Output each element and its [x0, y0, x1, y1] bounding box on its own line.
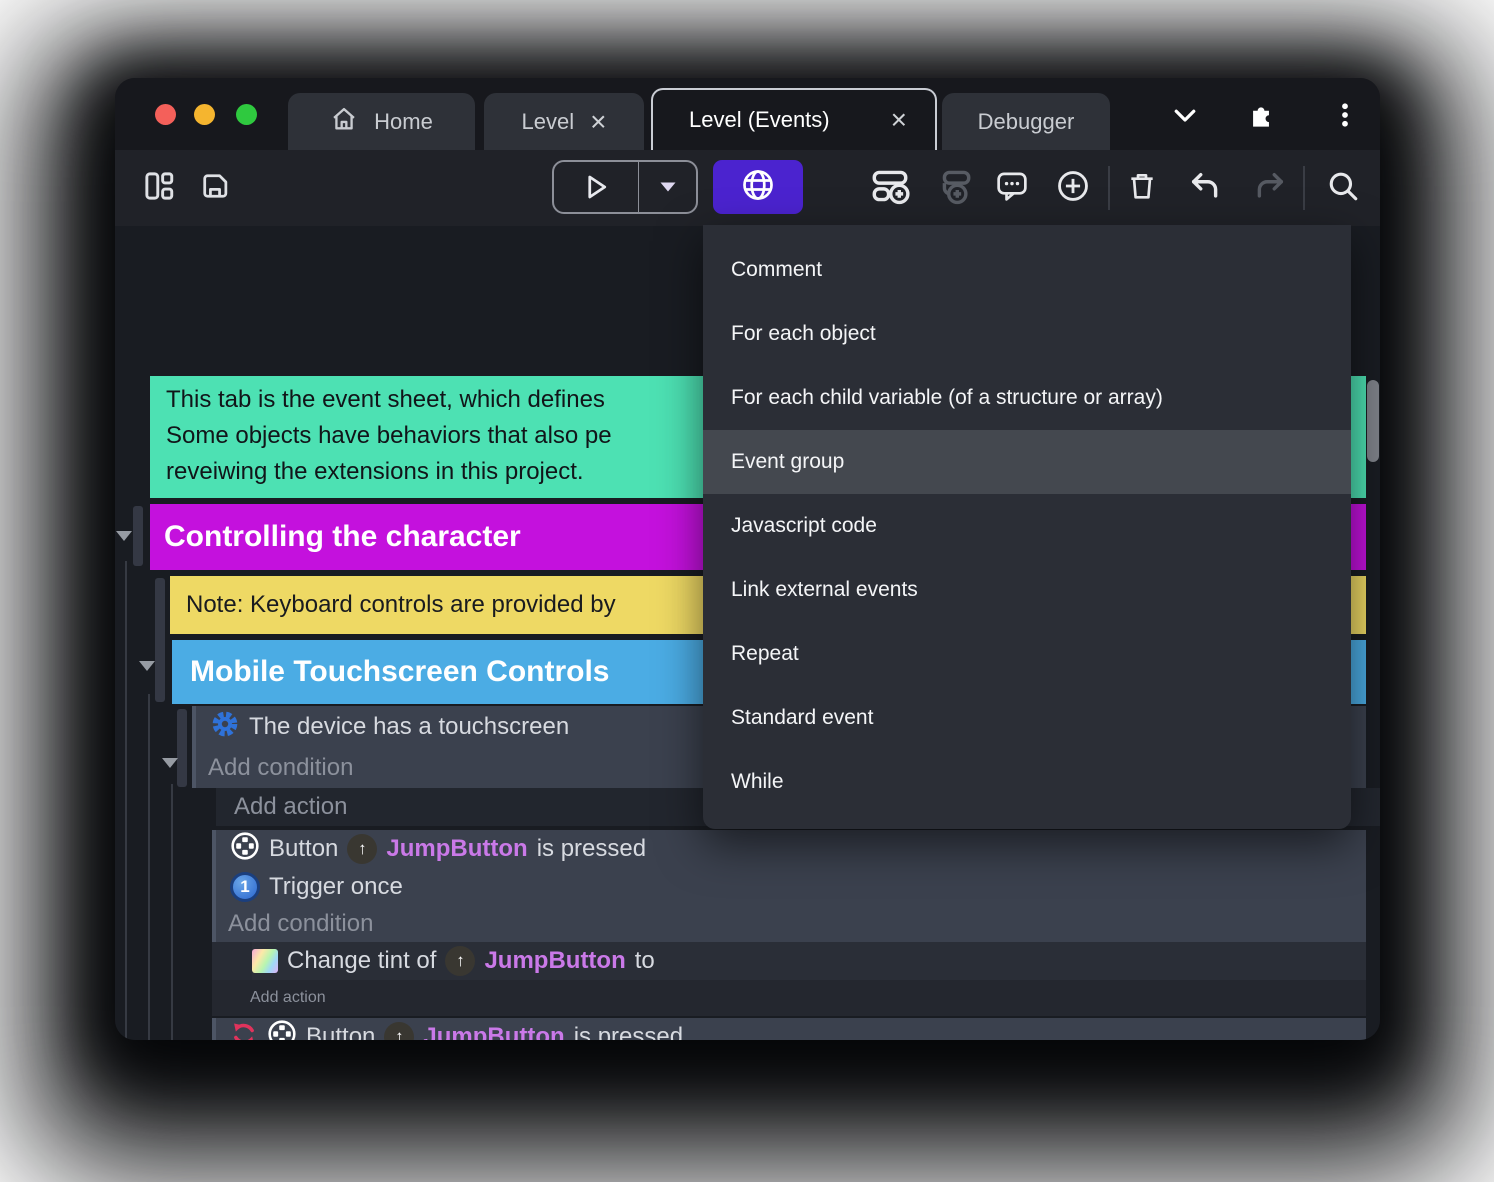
tab-label: Home	[374, 108, 433, 134]
gamepad-icon	[267, 1019, 297, 1040]
menu-item-event-group[interactable]: Event group	[703, 430, 1351, 494]
condition-text: Trigger once	[269, 872, 403, 900]
extensions-puzzle-icon[interactable]	[1241, 96, 1285, 134]
toolbar	[115, 150, 1380, 226]
tab-label: Level (Events)	[689, 107, 830, 132]
object-name: JumpButton	[423, 1023, 565, 1040]
event-rail	[177, 709, 187, 787]
add-sub-event-icon[interactable]	[929, 162, 977, 210]
redo-icon[interactable]	[1246, 162, 1294, 210]
event-rail	[133, 506, 143, 566]
search-icon[interactable]	[1319, 162, 1367, 210]
panel-layout-icon[interactable]	[135, 162, 183, 210]
home-icon	[330, 105, 358, 139]
indent-guide	[171, 784, 173, 1040]
menu-item-link-external-events[interactable]: Link external events	[703, 558, 1351, 622]
tab-label: Debugger	[977, 108, 1075, 134]
indent-guide	[148, 694, 150, 1040]
collapse-arrow-icon[interactable]	[116, 531, 132, 541]
menu-item-while[interactable]: While	[703, 750, 1351, 814]
condition-row[interactable]: Button ↑ JumpButton is pressed	[216, 830, 1366, 868]
globe-icon	[740, 167, 776, 208]
invert-condition-icon	[230, 1020, 258, 1040]
group-title: Mobile Touchscreen Controls	[190, 655, 610, 688]
menu-item-comment[interactable]: Comment	[703, 238, 1351, 302]
add-event-icon[interactable]	[866, 162, 914, 210]
add-condition-link[interactable]: Add condition	[216, 905, 1366, 942]
preview-button-group	[552, 160, 698, 214]
event-rail	[155, 578, 165, 702]
condition-text: is pressed	[536, 835, 647, 862]
action-row[interactable]: Change tint of ↑ JumpButton to	[252, 942, 1366, 980]
object-name: JumpButton	[386, 835, 528, 862]
object-name: JumpButton	[484, 947, 626, 974]
toolbar-divider	[1303, 166, 1305, 210]
menu-item-standard-event[interactable]: Standard event	[703, 686, 1351, 750]
condition-text: The device has a touchscreen	[249, 713, 570, 740]
delete-trash-icon[interactable]	[1118, 162, 1166, 210]
tab-level[interactable]: Level ×	[484, 93, 644, 150]
kebab-menu-icon[interactable]	[1323, 96, 1367, 134]
indent-guide	[125, 561, 127, 1040]
tab-home[interactable]: Home	[288, 93, 475, 150]
tab-level-events[interactable]: Level (Events) ×	[651, 88, 937, 150]
close-tab-icon[interactable]: ×	[891, 106, 907, 134]
object-thumbnail-up-icon: ↑	[347, 834, 378, 864]
object-thumbnail-up-icon: ↑	[384, 1022, 415, 1040]
network-preview-button[interactable]	[713, 160, 803, 214]
vertical-scrollbar-thumb[interactable]	[1367, 380, 1379, 462]
close-window-button[interactable]	[155, 104, 176, 125]
minimize-window-button[interactable]	[194, 104, 215, 125]
collapse-arrow-icon[interactable]	[139, 661, 155, 671]
condition-row[interactable]: 1 Trigger once	[216, 868, 1366, 905]
gamepad-icon	[230, 831, 260, 868]
condition-text: Button	[269, 835, 339, 862]
undo-icon[interactable]	[1181, 162, 1229, 210]
menu-item-for-each-object[interactable]: For each object	[703, 302, 1351, 366]
save-icon[interactable]	[191, 162, 239, 210]
add-circle-icon[interactable]	[1049, 162, 1097, 210]
tabs-chevron-down-icon[interactable]	[1163, 96, 1207, 134]
collapse-arrow-icon[interactable]	[162, 758, 178, 768]
object-thumbnail-up-icon: ↑	[445, 946, 476, 976]
close-tab-icon[interactable]: ×	[590, 107, 606, 136]
gear-icon	[210, 709, 240, 746]
add-event-context-menu: Comment For each object For each child v…	[703, 225, 1351, 829]
condition-text: Button	[306, 1023, 376, 1040]
condition-text: is pressed	[573, 1023, 684, 1040]
menu-item-javascript-code[interactable]: Javascript code	[703, 494, 1351, 558]
play-preview-button[interactable]	[554, 162, 638, 212]
menu-item-repeat[interactable]: Repeat	[703, 622, 1351, 686]
event-jumpbutton-2-conditions: Button ↑ JumpButton is pressed 1 Trigger…	[212, 1018, 1366, 1040]
tab-debugger[interactable]: Debugger	[942, 93, 1110, 150]
toolbar-divider	[1108, 166, 1110, 210]
group-title: Controlling the character	[164, 520, 521, 553]
trigger-once-icon: 1	[230, 871, 260, 902]
event-jumpbutton-1-actions: Change tint of ↑ JumpButton to Add actio…	[212, 942, 1366, 1016]
menu-item-for-each-child-variable[interactable]: For each child variable (of a structure …	[703, 366, 1351, 430]
event-jumpbutton-1-conditions: Button ↑ JumpButton is pressed 1 Trigger…	[212, 830, 1366, 942]
zoom-window-button[interactable]	[236, 104, 257, 125]
screenshot-stage: Home Level × Level (Events) × Debugger T…	[0, 0, 1494, 1182]
titlebar: Home Level × Level (Events) × Debugger	[115, 78, 1380, 150]
note-text: Note: Keyboard controls are provided by	[186, 591, 616, 618]
tab-label: Level	[521, 108, 575, 134]
action-text: Change tint of	[287, 947, 437, 974]
action-text: to	[634, 947, 655, 974]
preview-dropdown-button[interactable]	[638, 162, 696, 212]
app-window: Home Level × Level (Events) × Debugger T…	[115, 78, 1380, 1040]
add-comment-icon[interactable]	[988, 162, 1036, 210]
add-action-link[interactable]: Add action	[212, 980, 1366, 1016]
tint-color-icon	[252, 949, 278, 973]
condition-row[interactable]: Button ↑ JumpButton is pressed	[216, 1018, 1366, 1040]
